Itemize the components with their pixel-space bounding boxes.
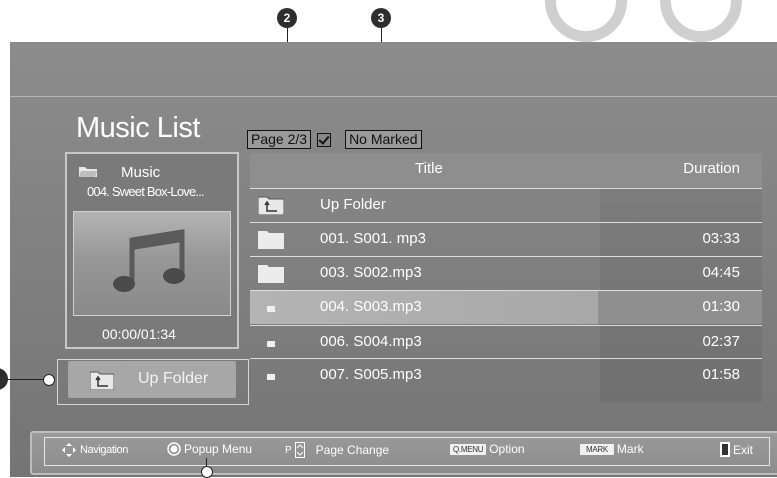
list-row[interactable]: 001. S001. mp3 03:33: [250, 222, 762, 256]
help-option-label: Option: [489, 442, 525, 456]
list-row[interactable]: 006. S004.mp3 02:37: [250, 325, 762, 359]
page-info: Page 2/3 No Marked: [247, 130, 422, 149]
callout-2: 2: [277, 8, 297, 28]
music-file-icon: [267, 341, 275, 347]
row-duration: 01:58: [702, 366, 740, 383]
p-key-label: P: [285, 444, 292, 456]
ok-button-icon: [167, 442, 181, 456]
qmenu-key-badge: Q.MENU: [450, 443, 487, 455]
list-header: Title Duration: [250, 153, 762, 188]
page-title: Music List: [76, 112, 200, 144]
folder-icon: [258, 265, 284, 283]
up-folder-button-label: Up Folder: [138, 370, 209, 387]
checkbox-checked-icon: [317, 132, 332, 147]
row-name: 006. S004.mp3: [320, 333, 422, 350]
callout-dot: [43, 374, 55, 386]
playback-time: 00:00/01:34: [102, 326, 176, 342]
row-duration: 03:33: [702, 230, 740, 247]
music-list: Title Duration Up Folder 001. S001. mp3 …: [250, 153, 762, 402]
list-row-selected[interactable]: 004. S003.mp3 01:30: [250, 290, 762, 324]
row-name: 001. S001. mp3: [320, 230, 426, 247]
row-name: 004. S003.mp3: [320, 298, 422, 315]
callout-circle-partial: [0, 368, 8, 390]
list-row-up-folder[interactable]: Up Folder: [250, 188, 762, 222]
callout-dot: [201, 466, 213, 478]
help-mark: MARK Mark: [580, 442, 644, 456]
help-page-change: P Page Change: [285, 442, 389, 458]
decorative-arc: [545, 0, 627, 42]
row-duration: 02:37: [702, 333, 740, 350]
preview-panel: Music 004. Sweet Box-Love... 00:00/01:34: [65, 152, 239, 349]
column-title: Title: [415, 160, 443, 177]
row-duration: 04:45: [702, 264, 740, 281]
callout-3: 3: [371, 8, 391, 28]
help-mark-label: Mark: [616, 442, 644, 456]
help-popup: Popup Menu: [167, 442, 252, 456]
up-folder-icon: [90, 371, 114, 390]
help-page-change-label: Page Change: [315, 443, 390, 457]
page-updown-icon: [294, 442, 305, 458]
folder-icon: [79, 167, 97, 177]
top-bar: [10, 42, 777, 97]
row-name: 003. S002.mp3: [320, 264, 422, 281]
help-exit-label: Exit: [733, 442, 754, 457]
exit-door-icon: [720, 442, 730, 457]
music-file-icon: [267, 306, 275, 312]
folder-icon: [258, 231, 284, 249]
help-popup-label: Popup Menu: [184, 442, 253, 456]
row-duration: 01:30: [702, 298, 740, 315]
footer-help-bar: Navigation Popup Menu P Page Change Q.ME…: [30, 431, 777, 475]
row-name: Up Folder: [320, 196, 386, 213]
mark-key-badge: MARK: [580, 443, 614, 455]
help-option: Q.MENU Option: [450, 442, 525, 456]
preview-folder-name: Music: [121, 164, 161, 181]
page-indicator: Page 2/3: [247, 130, 312, 149]
footer-inner: Navigation Popup Menu P Page Change Q.ME…: [44, 437, 770, 466]
help-navigation-label: Navigation: [80, 444, 128, 456]
help-exit: Exit: [720, 442, 753, 457]
column-duration: Duration: [683, 160, 740, 177]
list-row[interactable]: 007. S005.mp3 01:58: [250, 358, 762, 392]
help-navigation: Navigation: [61, 442, 128, 458]
marked-status: No Marked: [345, 130, 422, 149]
row-name: 007. S005.mp3: [320, 366, 422, 383]
navigation-arrows-icon: [62, 443, 76, 457]
tv-screen: Music List Page 2/3 No Marked Music 004.…: [10, 42, 777, 477]
music-file-icon: [267, 374, 275, 380]
album-art: [73, 211, 231, 316]
music-note-icon: [113, 229, 185, 292]
up-folder-button[interactable]: Up Folder: [68, 361, 236, 398]
preview-song-name: 004. Sweet Box-Love...: [87, 184, 205, 199]
up-folder-icon: [258, 196, 284, 215]
decorative-arc: [660, 0, 742, 42]
list-row[interactable]: 003. S002.mp3 04:45: [250, 256, 762, 290]
